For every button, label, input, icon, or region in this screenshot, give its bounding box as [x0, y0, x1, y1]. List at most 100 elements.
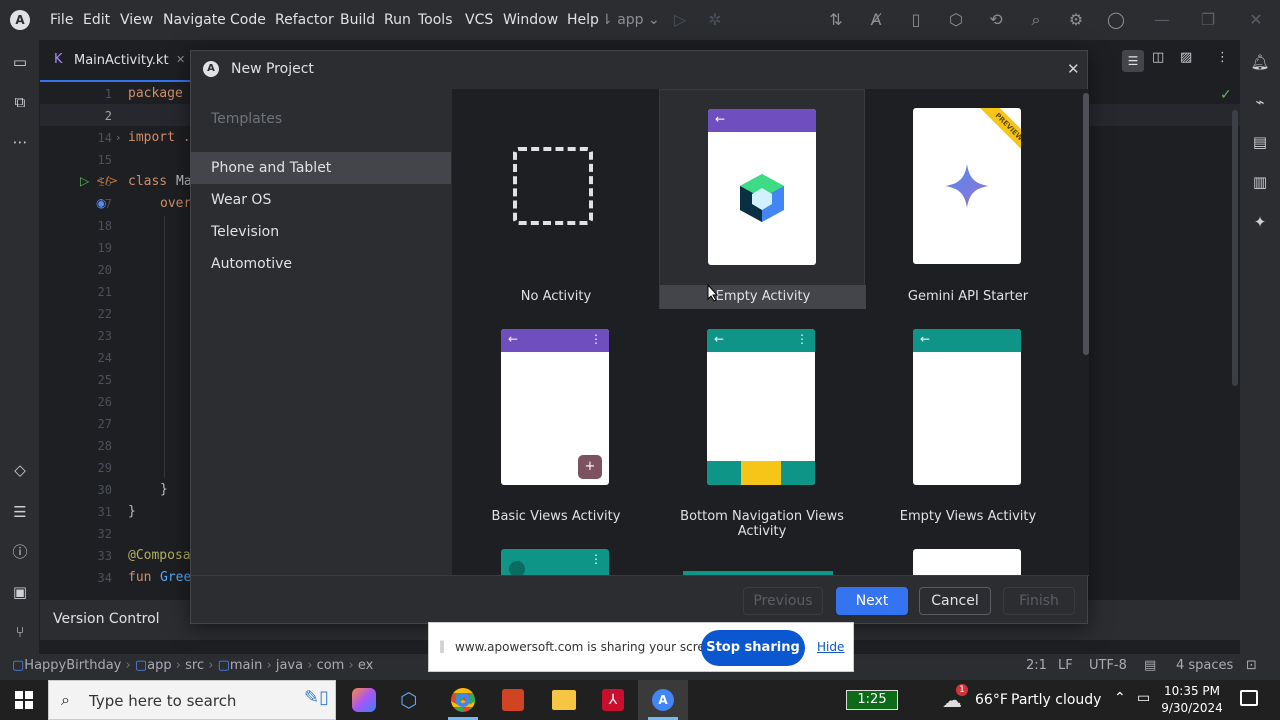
file-explorer-icon[interactable]: [552, 690, 576, 710]
menu-window[interactable]: Window: [503, 12, 558, 28]
account-icon[interactable]: ◯: [1106, 10, 1126, 30]
run-config-selector[interactable]: ⇂ app ⌄: [601, 12, 660, 28]
logcat-icon[interactable]: ☰: [10, 502, 30, 522]
resource-manager-icon[interactable]: ⧉: [10, 92, 30, 112]
template-empty-activity[interactable]: ← Empty Activity: [659, 89, 866, 309]
cancel-button[interactable]: Cancel: [919, 587, 991, 615]
menu-run[interactable]: Run: [384, 12, 411, 28]
gear-icon[interactable]: ⚙: [1066, 10, 1086, 30]
menu-build[interactable]: Build: [340, 12, 375, 28]
fold-arrow-icon[interactable]: ›: [116, 131, 120, 144]
template-bottom-navigation-views-activity[interactable]: ← ⋮ Bottom Navigation Views Activity: [659, 309, 865, 539]
project-icon[interactable]: ▭: [10, 52, 30, 72]
breadcrumb-item[interactable]: ex: [358, 658, 373, 673]
copilot-icon[interactable]: [352, 688, 376, 712]
breadcrumb-item[interactable]: java: [276, 658, 303, 673]
search-icon[interactable]: ⌕: [1026, 10, 1046, 30]
device-explorer-icon[interactable]: ▤: [1250, 132, 1270, 152]
previous-button[interactable]: Previous: [743, 587, 823, 615]
breadcrumb-item[interactable]: main: [230, 658, 262, 673]
more-options-icon[interactable]: ⋮: [1216, 50, 1229, 65]
breadcrumb-item[interactable]: src: [185, 658, 204, 673]
tab-main-activity[interactable]: K MainActivity.kt ✕: [40, 40, 190, 82]
gradle-icon[interactable]: ⌁: [1250, 92, 1270, 112]
android-studio-taskbar-button[interactable]: A: [638, 680, 688, 720]
more-icon[interactable]: ⋯: [10, 132, 30, 152]
tray-chevron-up-icon[interactable]: ⌃: [1114, 690, 1126, 706]
restore-icon[interactable]: ❐: [1198, 10, 1218, 30]
sdk-manager-icon[interactable]: ⬡: [946, 10, 966, 30]
running-devices-icon[interactable]: ▥: [1250, 172, 1270, 192]
readonly-toggle-icon[interactable]: ▤: [1144, 658, 1156, 673]
close-icon[interactable]: ✕: [1067, 60, 1080, 78]
windows-start-icon[interactable]: [15, 691, 33, 709]
gem-icon[interactable]: ◇: [10, 460, 30, 480]
editor-scrollbar[interactable]: [1232, 110, 1238, 386]
recording-timer[interactable]: 1:25: [846, 690, 898, 710]
menu-code[interactable]: Code: [230, 12, 266, 28]
device-manager-icon[interactable]: ▯: [906, 10, 926, 30]
notifications-icon[interactable]: 🔔︎: [1250, 52, 1270, 72]
file-encoding[interactable]: UTF-8: [1089, 658, 1127, 673]
run-gutter-icon[interactable]: ▷: [80, 174, 89, 188]
sync-gradle-icon[interactable]: ⇅: [826, 10, 846, 30]
line-separator[interactable]: LF: [1058, 658, 1073, 673]
template-partial-card[interactable]: [913, 549, 1021, 575]
notification-center-icon[interactable]: [1240, 690, 1258, 706]
category-automotive[interactable]: Automotive: [191, 248, 451, 280]
menu-file[interactable]: File: [50, 12, 73, 28]
virtualbox-icon[interactable]: ⬡: [400, 688, 417, 712]
template-gemini-api-starter[interactable]: PREVIEW Gemini API Starter: [865, 89, 1071, 309]
display-icon[interactable]: ▭: [1137, 690, 1150, 706]
minimize-icon[interactable]: —: [1152, 10, 1172, 30]
template-empty-views-activity[interactable]: ← Empty Views Activity: [865, 309, 1071, 529]
taskbar-search-box[interactable]: ⌕ Type here to search ✎▯: [48, 680, 336, 720]
menu-vcs[interactable]: VCS: [465, 12, 493, 28]
override-gutter-icon[interactable]: ◉: [96, 196, 106, 210]
next-button[interactable]: Next: [836, 587, 908, 615]
stop-sharing-button[interactable]: Stop sharing: [701, 630, 805, 666]
category-phone-and-tablet[interactable]: Phone and Tablet: [191, 152, 451, 184]
weather-text[interactable]: Partly cloudy: [1011, 692, 1101, 708]
menu-help[interactable]: Help: [567, 12, 599, 28]
category-television[interactable]: Television: [191, 216, 451, 248]
problems-icon[interactable]: ⓘ: [10, 542, 30, 562]
weather-temp[interactable]: 66°F: [975, 692, 1008, 708]
close-window-icon[interactable]: ✕: [1246, 10, 1266, 30]
menu-edit[interactable]: Edit: [83, 12, 110, 28]
run-icon[interactable]: ▷: [670, 10, 690, 30]
design-view-icon[interactable]: ▨: [1180, 50, 1192, 65]
template-no-activity[interactable]: No Activity: [453, 89, 659, 309]
presentation-app-icon[interactable]: [502, 689, 524, 711]
device-mirror-icon[interactable]: ⟲: [986, 10, 1006, 30]
indent-setting[interactable]: 4 spaces: [1176, 658, 1233, 673]
close-tab-icon[interactable]: ✕: [176, 53, 185, 66]
split-view-icon[interactable]: ◫: [1152, 50, 1164, 65]
menu-refactor[interactable]: Refactor: [275, 12, 334, 28]
terminal-icon[interactable]: ▣: [10, 582, 30, 602]
caret-position[interactable]: 2:1: [1026, 658, 1047, 673]
version-control-label[interactable]: Version Control: [53, 611, 160, 627]
version-control-icon[interactable]: ⑂: [10, 622, 30, 642]
breadcrumb-item[interactable]: com: [317, 658, 345, 673]
menu-navigate[interactable]: Navigate: [163, 12, 226, 28]
clock[interactable]: 10:35 PM 9/30/2024: [1160, 683, 1224, 717]
lock-icon[interactable]: ⊡: [1246, 658, 1257, 673]
chrome-icon[interactable]: [451, 688, 475, 712]
drag-handle-icon[interactable]: ‖: [439, 639, 445, 653]
template-partial-card[interactable]: ⋮: [501, 549, 609, 575]
finish-button[interactable]: Finish: [1003, 587, 1075, 615]
hide-link[interactable]: Hide: [817, 640, 844, 654]
debug-icon[interactable]: ✲: [705, 10, 725, 30]
gallery-scrollbar[interactable]: [1083, 93, 1089, 355]
category-wear-os[interactable]: Wear OS: [191, 184, 451, 216]
translate-icon[interactable]: Ⱥ: [866, 10, 886, 30]
breadcrumb-item[interactable]: app: [147, 658, 171, 673]
gemini-sparkle-icon[interactable]: ✦: [1250, 212, 1270, 232]
menu-tools[interactable]: Tools: [418, 12, 453, 28]
pdf-reader-icon[interactable]: ⅄: [602, 689, 624, 711]
template-basic-views-activity[interactable]: ← ⋮ + Basic Views Activity: [453, 309, 659, 529]
menu-view[interactable]: View: [120, 12, 153, 28]
breadcrumb-item[interactable]: HappyBirthday: [24, 658, 121, 673]
code-view-icon[interactable]: ☰: [1122, 50, 1144, 72]
